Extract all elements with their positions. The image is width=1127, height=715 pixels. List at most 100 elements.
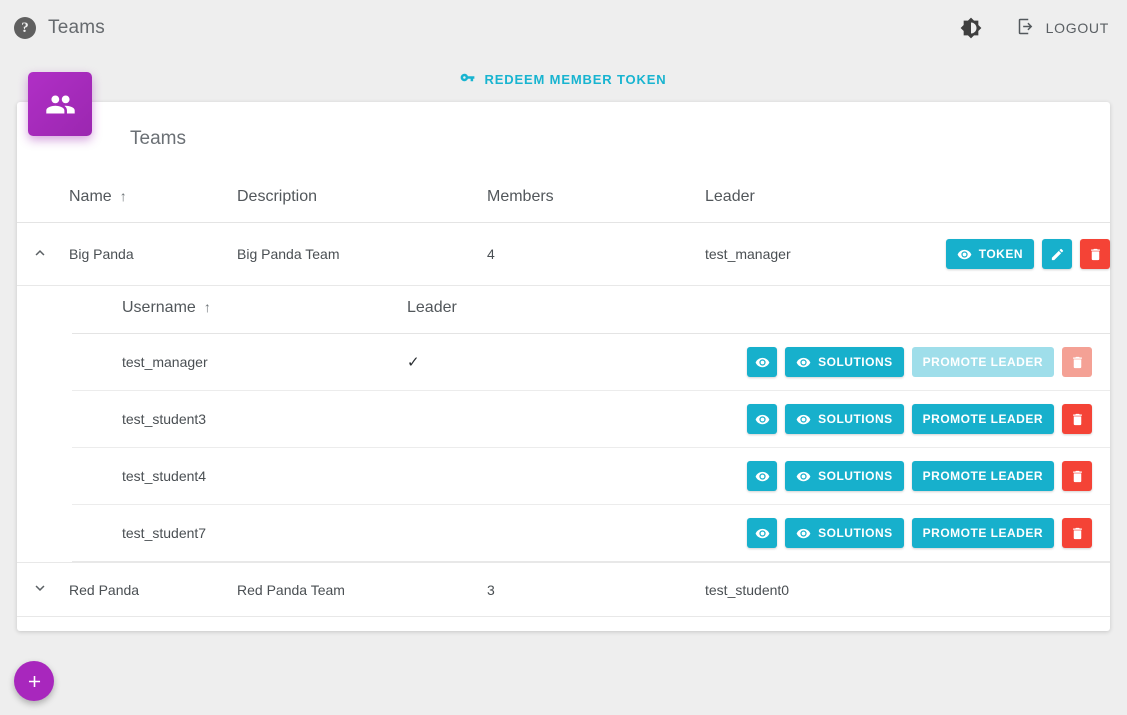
- trash-icon: [1070, 469, 1085, 484]
- team-expand-cell: [17, 222, 69, 286]
- members-header-username[interactable]: Username ↑: [72, 286, 407, 334]
- team-leader: test_student0: [705, 562, 913, 617]
- team-actions-cell: TOKEN: [913, 222, 1110, 286]
- people-group-icon: [28, 72, 92, 136]
- teams-header-description[interactable]: Description: [237, 176, 487, 223]
- member-delete-button: [1062, 347, 1092, 377]
- members-table-head: Username ↑ Leader: [72, 286, 1110, 334]
- members-wrapper: Username ↑ Leader test_manager ✓ SOLUTIONS PRO…: [17, 286, 1110, 562]
- table-row: Big Panda Big Panda Team 4 test_manager TOKE…: [17, 222, 1110, 286]
- member-view-button[interactable]: [747, 461, 778, 491]
- sort-ascending-icon: ↑: [119, 188, 127, 204]
- trash-icon: [1070, 355, 1085, 370]
- member-solutions-button[interactable]: SOLUTIONS: [785, 404, 904, 434]
- member-actions-cell: SOLUTIONS PROMOTE LEADER: [707, 333, 1110, 391]
- team-expand-cell: [17, 562, 69, 617]
- member-view-button[interactable]: [747, 518, 778, 548]
- team-members-count: 4: [487, 222, 705, 286]
- logout-button[interactable]: LOGOUT: [1016, 16, 1109, 40]
- teams-table-head: Name ↑ Description Members Leader: [17, 176, 1110, 223]
- teams-header-leader[interactable]: Leader: [705, 176, 913, 223]
- member-action-buttons: SOLUTIONS PROMOTE LEADER: [747, 404, 1092, 434]
- member-leader-check: [407, 390, 707, 448]
- team-token-button-label: TOKEN: [978, 247, 1023, 261]
- team-members-panel: Username ↑ Leader test_manager ✓ SOLUTIONS PRO…: [17, 285, 1110, 563]
- member-username: test_manager: [72, 333, 407, 391]
- member-username: test_student3: [72, 390, 407, 448]
- member-delete-button[interactable]: [1062, 518, 1092, 548]
- team-description: Red Panda Team: [237, 562, 487, 617]
- member-view-button[interactable]: [747, 347, 778, 377]
- teams-card-wrapper: Teams Name ↑ Description Members Leader …: [0, 72, 1127, 631]
- eye-icon: [755, 526, 770, 541]
- teams-header-actions: [913, 176, 1110, 223]
- team-members-count: 3: [487, 562, 705, 617]
- member-action-buttons: SOLUTIONS PROMOTE LEADER: [747, 461, 1092, 491]
- member-delete-button[interactable]: [1062, 404, 1092, 434]
- teams-table: Name ↑ Description Members Leader Big Pan…: [17, 176, 1110, 617]
- member-action-buttons: SOLUTIONS PROMOTE LEADER: [747, 518, 1092, 548]
- redeem-member-token-label: REDEEM MEMBER TOKEN: [484, 71, 667, 87]
- chevron-down-icon[interactable]: [17, 579, 49, 600]
- trash-icon: [1070, 412, 1085, 427]
- member-leader-check: [407, 447, 707, 505]
- redeem-token-row: REDEEM MEMBER TOKEN: [0, 56, 1127, 102]
- members-header-actions: [707, 286, 1110, 334]
- brightness-contrast-icon[interactable]: [960, 17, 982, 39]
- add-team-fab-button[interactable]: [14, 661, 54, 701]
- members-header-username-label: Username: [122, 299, 196, 316]
- team-description: Big Panda Team: [237, 222, 487, 286]
- member-username: test_student4: [72, 447, 407, 505]
- member-solutions-button[interactable]: SOLUTIONS: [785, 518, 904, 548]
- teams-header-members[interactable]: Members: [487, 176, 705, 223]
- eye-icon: [755, 469, 770, 484]
- members-table: Username ↑ Leader test_manager ✓ SOLUTIONS PRO…: [72, 286, 1110, 562]
- toolbar-left-group: ? Teams: [14, 17, 105, 39]
- eye-icon: [755, 355, 770, 370]
- member-leader-check: [407, 504, 707, 562]
- member-promote-leader-button: PROMOTE LEADER: [911, 347, 1054, 377]
- member-solutions-button-label: SOLUTIONS: [818, 469, 893, 483]
- member-view-button[interactable]: [747, 404, 778, 434]
- member-promote-leader-button-label: PROMOTE LEADER: [922, 526, 1043, 540]
- table-row: test_student7 SOLUTIONS PROMOTE LEADER: [72, 504, 1110, 562]
- team-token-button[interactable]: TOKEN: [945, 239, 1034, 269]
- members-header-leader[interactable]: Leader: [407, 286, 707, 334]
- chevron-up-icon[interactable]: [17, 244, 49, 265]
- trash-icon: [1088, 247, 1103, 262]
- teams-header-row: Name ↑ Description Members Leader: [17, 176, 1110, 223]
- team-name: Big Panda: [69, 222, 237, 286]
- member-username: test_student7: [72, 504, 407, 562]
- card-header: Teams: [17, 102, 1110, 176]
- pencil-icon: [1050, 247, 1065, 262]
- page-root: ? Teams LOGOUT REDEEM MEMBER TOKEN Teams…: [0, 0, 1127, 715]
- member-solutions-button[interactable]: SOLUTIONS: [785, 347, 904, 377]
- member-solutions-button[interactable]: SOLUTIONS: [785, 461, 904, 491]
- team-delete-button[interactable]: [1080, 239, 1110, 269]
- member-actions-cell: SOLUTIONS PROMOTE LEADER: [707, 390, 1110, 448]
- team-actions-cell: [913, 562, 1110, 617]
- member-delete-button[interactable]: [1062, 461, 1092, 491]
- teams-header-name[interactable]: Name ↑: [69, 176, 237, 223]
- member-promote-leader-button[interactable]: PROMOTE LEADER: [911, 518, 1054, 548]
- eye-icon: [796, 355, 811, 370]
- member-promote-leader-button-label: PROMOTE LEADER: [922, 469, 1043, 483]
- member-promote-leader-button[interactable]: PROMOTE LEADER: [911, 461, 1054, 491]
- member-promote-leader-button[interactable]: PROMOTE LEADER: [911, 404, 1054, 434]
- eye-icon: [755, 412, 770, 427]
- table-row: test_student3 SOLUTIONS PROMOTE LEADER: [72, 390, 1110, 448]
- member-promote-leader-button-label: PROMOTE LEADER: [922, 355, 1043, 369]
- member-action-buttons: SOLUTIONS PROMOTE LEADER: [747, 347, 1092, 377]
- redeem-member-token-button[interactable]: REDEEM MEMBER TOKEN: [460, 70, 666, 88]
- members-table-body: test_manager ✓ SOLUTIONS PROMOTE LEADER test…: [72, 333, 1110, 562]
- team-edit-button[interactable]: [1042, 239, 1072, 269]
- member-actions-cell: SOLUTIONS PROMOTE LEADER: [707, 504, 1110, 562]
- member-solutions-button-label: SOLUTIONS: [818, 412, 893, 426]
- team-name: Red Panda: [69, 562, 237, 617]
- members-header-row: Username ↑ Leader: [72, 286, 1110, 334]
- card-title: Teams: [130, 128, 186, 149]
- teams-header-name-label: Name: [69, 188, 112, 205]
- help-circle-icon[interactable]: ?: [14, 17, 36, 39]
- trash-icon: [1070, 526, 1085, 541]
- member-leader-check: ✓: [407, 333, 707, 391]
